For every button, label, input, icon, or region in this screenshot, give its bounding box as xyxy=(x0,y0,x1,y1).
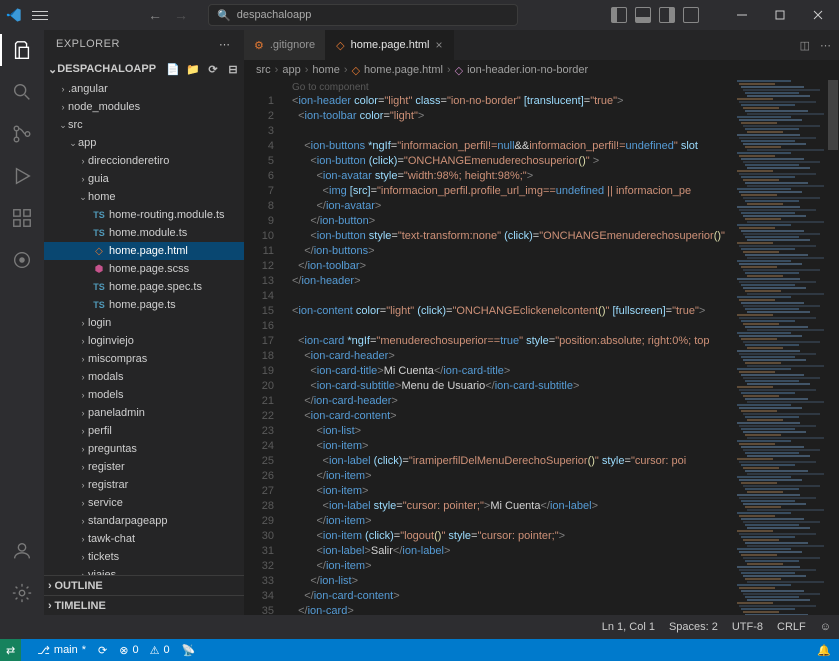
tree-folder[interactable]: ›service xyxy=(44,494,244,512)
nav-back-icon[interactable]: ← xyxy=(148,7,162,23)
warning-icon: ⚠ xyxy=(150,644,160,657)
tree-folder[interactable]: ›tawk-chat xyxy=(44,530,244,548)
sidebar-title: EXPLORER xyxy=(56,38,120,50)
tree-file[interactable]: TShome.page.spec.ts xyxy=(44,278,244,296)
tree-folder[interactable]: ›guia xyxy=(44,170,244,188)
outline-section[interactable]: › OUTLINE xyxy=(44,575,244,595)
tree-folder[interactable]: ⌄home xyxy=(44,188,244,206)
explorer-icon[interactable] xyxy=(10,38,34,62)
tree-folder[interactable]: ›node_modules xyxy=(44,98,244,116)
remote-indicator-icon[interactable]: ⇄ xyxy=(0,639,21,661)
run-debug-icon[interactable] xyxy=(10,164,34,188)
tab-close-icon[interactable]: × xyxy=(436,38,443,52)
status-encoding[interactable]: UTF-8 xyxy=(732,621,763,633)
tree-folder[interactable]: ›direccionderetiro xyxy=(44,152,244,170)
split-editor-icon[interactable]: ◫ xyxy=(800,39,810,52)
tree-file[interactable]: ⬢home.page.scss xyxy=(44,260,244,278)
project-header[interactable]: ⌄ DESPACHALOAPP 📄 📁 ⟳ ⊟ xyxy=(44,58,244,80)
customize-layout-icon[interactable] xyxy=(683,7,699,23)
target-icon[interactable] xyxy=(10,248,34,272)
maximize-button[interactable] xyxy=(765,5,795,25)
collapse-icon[interactable]: ⊟ xyxy=(226,63,240,76)
editor-tabs: ⚙.gitignore ◇home.page.html× ◫ ⋯ xyxy=(244,30,839,60)
code-lines[interactable]: <ion-header color="light" class="ion-no-… xyxy=(292,94,739,615)
vertical-scrollbar[interactable] xyxy=(827,80,839,615)
project-name: DESPACHALOAPP xyxy=(57,63,156,75)
tree-folder[interactable]: ›models xyxy=(44,386,244,404)
radio-tower-icon[interactable]: 📡 xyxy=(182,644,196,657)
code-lens-hint[interactable]: Go to component xyxy=(292,80,369,95)
status-spaces[interactable]: Spaces: 2 xyxy=(669,621,718,633)
vscode-logo-icon xyxy=(6,7,22,23)
notifications-bell-icon[interactable]: 🔔 xyxy=(817,644,831,657)
tree-file-selected[interactable]: ◇home.page.html xyxy=(44,242,244,260)
minimap[interactable] xyxy=(735,80,825,615)
extensions-icon[interactable] xyxy=(10,206,34,230)
search-icon[interactable] xyxy=(10,80,34,104)
nav-forward-icon: → xyxy=(174,7,188,23)
tree-folder[interactable]: ›.angular xyxy=(44,80,244,98)
search-icon: 🔍 xyxy=(217,9,231,22)
tree-folder[interactable]: ›tickets xyxy=(44,548,244,566)
error-icon: ⊗ xyxy=(119,644,128,657)
new-file-icon[interactable]: 📄 xyxy=(166,63,180,76)
timeline-section[interactable]: › TIMELINE xyxy=(44,595,244,615)
tree-folder[interactable]: ›preguntas xyxy=(44,440,244,458)
refresh-icon[interactable]: ⟳ xyxy=(206,63,220,76)
tree-folder[interactable]: ›paneladmin xyxy=(44,404,244,422)
status-feedback-icon[interactable]: ☺ xyxy=(820,621,831,633)
close-button[interactable] xyxy=(803,5,833,25)
tree-folder[interactable]: ⌄app xyxy=(44,134,244,152)
status-bar: ⇄ ⎇main* ⟳ ⊗0 ⚠0 📡 🔔 xyxy=(0,639,839,661)
tree-folder[interactable]: ›miscompras xyxy=(44,350,244,368)
explorer-sidebar: EXPLORER ⋯ ⌄ DESPACHALOAPP 📄 📁 ⟳ ⊟ ›.ang… xyxy=(44,30,244,615)
line-gutter: 1234567891011121314151617181920212223242… xyxy=(244,94,284,615)
activity-bar xyxy=(0,30,44,615)
breadcrumb[interactable]: src› app› home› ◇home.page.html› ◇ion-he… xyxy=(244,60,839,80)
tree-folder[interactable]: ›standarpageapp xyxy=(44,512,244,530)
pre-status-bar: Ln 1, Col 1 Spaces: 2 UTF-8 CRLF ☺ xyxy=(0,615,839,639)
sidebar-header: EXPLORER ⋯ xyxy=(44,30,244,58)
toggle-panel-bottom-icon[interactable] xyxy=(635,7,651,23)
tree-folder[interactable]: ⌄src xyxy=(44,116,244,134)
tree-file[interactable]: TShome.page.ts xyxy=(44,296,244,314)
more-actions-icon[interactable]: ⋯ xyxy=(820,39,831,52)
status-ln-col[interactable]: Ln 1, Col 1 xyxy=(602,621,655,633)
search-text: despachaloapp xyxy=(237,9,312,21)
titlebar: ← → 🔍 despachaloapp xyxy=(0,0,839,30)
git-sync-icon[interactable]: ⟳ xyxy=(98,644,107,657)
tree-folder[interactable]: ›modals xyxy=(44,368,244,386)
tab-home-page[interactable]: ◇home.page.html× xyxy=(326,30,453,60)
command-center-search[interactable]: 🔍 despachaloapp xyxy=(208,4,518,26)
tree-folder[interactable]: ›loginviejo xyxy=(44,332,244,350)
settings-gear-icon[interactable] xyxy=(10,581,34,605)
sidebar-more-icon[interactable]: ⋯ xyxy=(219,38,232,51)
editor-area: ⚙.gitignore ◇home.page.html× ◫ ⋯ src› ap… xyxy=(244,30,839,615)
minimize-button[interactable] xyxy=(727,5,757,25)
problems[interactable]: ⊗0 ⚠0 xyxy=(119,644,169,657)
toggle-panel-left-icon[interactable] xyxy=(611,7,627,23)
toggle-panel-right-icon[interactable] xyxy=(659,7,675,23)
hamburger-menu-icon[interactable] xyxy=(30,5,50,25)
tree-file[interactable]: TShome-routing.module.ts xyxy=(44,206,244,224)
tree-folder[interactable]: ›register xyxy=(44,458,244,476)
tree-file[interactable]: TShome.module.ts xyxy=(44,224,244,242)
git-branch[interactable]: ⎇main* xyxy=(37,644,86,657)
tree-folder[interactable]: ›login xyxy=(44,314,244,332)
account-icon[interactable] xyxy=(10,539,34,563)
tree-folder[interactable]: ›registrar xyxy=(44,476,244,494)
tab-gitignore[interactable]: ⚙.gitignore xyxy=(244,30,326,60)
branch-icon: ⎇ xyxy=(37,644,50,657)
tree-folder[interactable]: ›perfil xyxy=(44,422,244,440)
new-folder-icon[interactable]: 📁 xyxy=(186,63,200,76)
tree-folder[interactable]: ›viajes xyxy=(44,566,244,575)
status-eol[interactable]: CRLF xyxy=(777,621,806,633)
file-tree: ›.angular ›node_modules ⌄src ⌄app ›direc… xyxy=(44,80,244,575)
source-control-icon[interactable] xyxy=(10,122,34,146)
